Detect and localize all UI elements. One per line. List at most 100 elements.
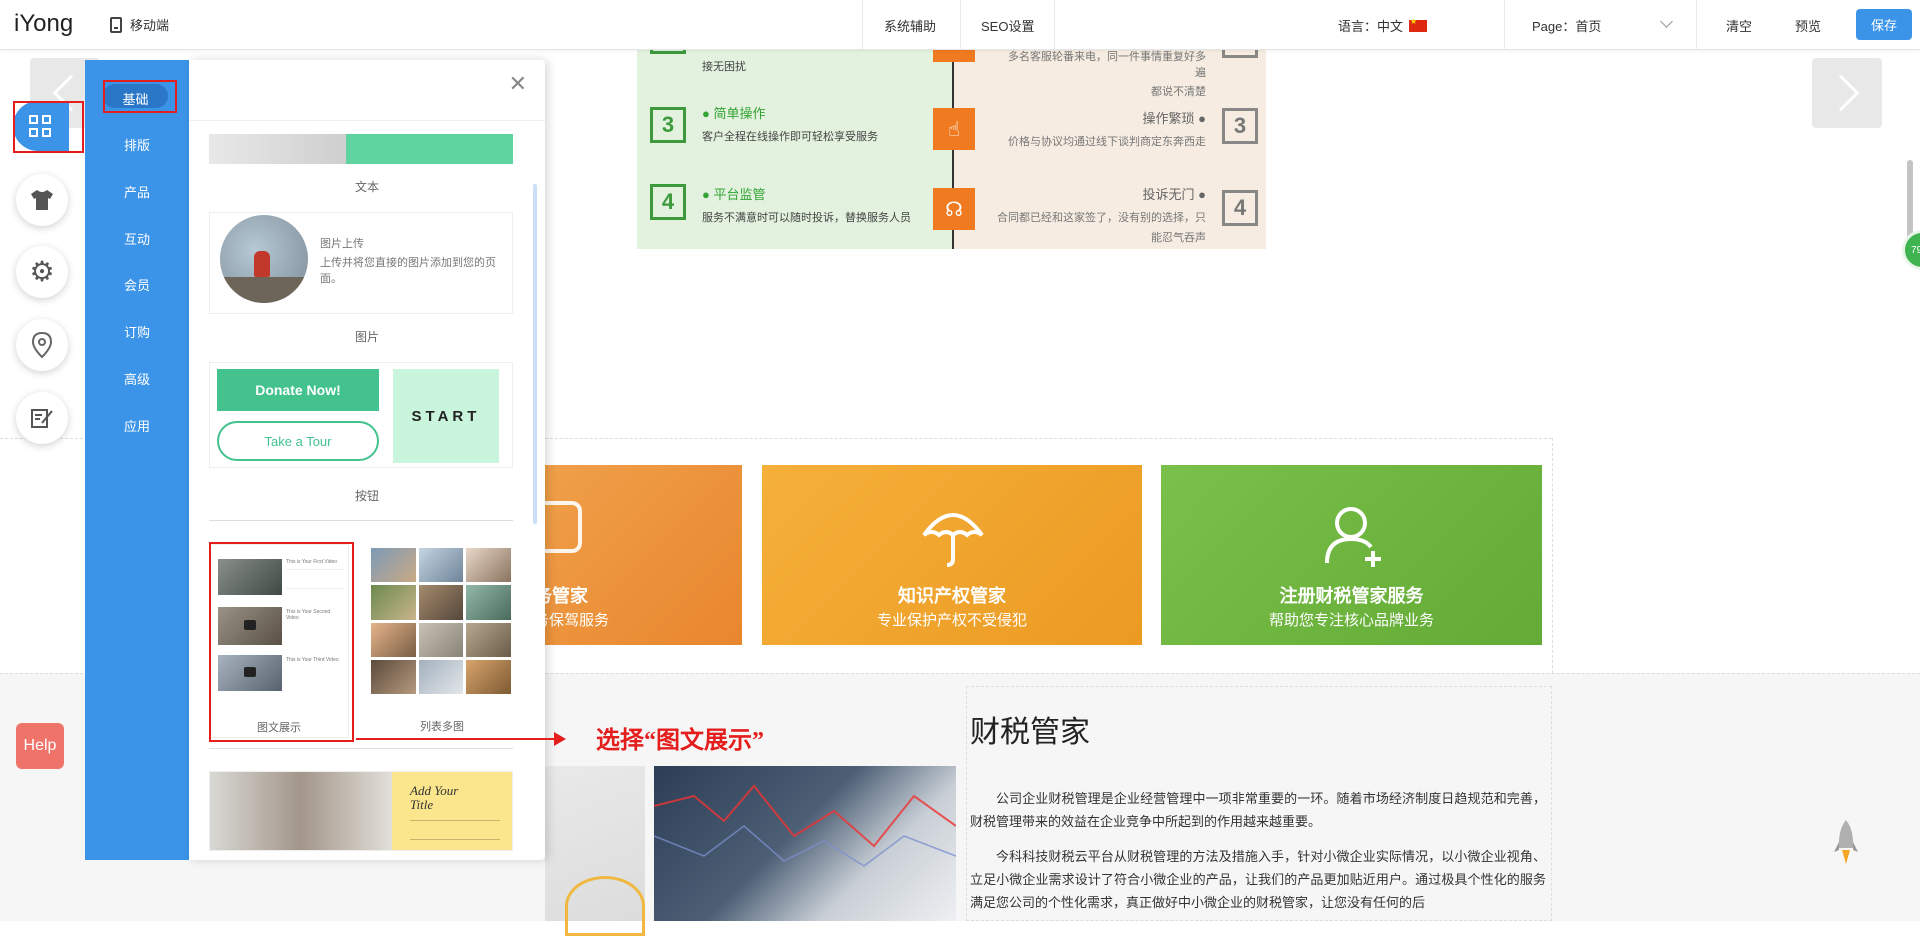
tour-button-sample: Take a Tour [217,421,379,461]
ground [220,277,308,303]
start-button-sample: START [393,369,499,463]
theme-button[interactable] [16,174,68,226]
panel-header-divider [189,120,545,121]
preview-button[interactable]: 预览 [1795,16,1821,35]
category-advanced[interactable]: 高级 [85,369,189,388]
widget-caption: 按钮 [354,489,379,503]
category-nav: 基础 排版 产品 互动 会员 订购 高级 应用 [85,60,189,860]
process-item-right: 操作繁琐 ● 价格与协议均通过线下谈判商定东奔西走 [990,108,1206,149]
help-button[interactable]: Help [16,723,64,769]
hand-tap-icon: ☝ [933,108,975,150]
location-button[interactable] [16,319,68,371]
logo: iYong [14,10,74,37]
divider [1504,0,1505,50]
process-desc-partial: 接无困扰 [702,61,746,73]
top-toolbar: iYong 移动端 系统辅助 SEO设置 语言：中文 Page：首页 清空 预览… [0,0,1920,50]
widget-divider [209,520,513,521]
widget-caption: 文本 [354,180,379,194]
service-title: 知识产权管家 [898,586,1006,606]
image-widget[interactable]: 图片上传 上传并将您直接的图片添加到您的页面。 [209,212,513,314]
category-order[interactable]: 订购 [85,322,189,341]
process-item-right: 投诉无门 ● 合同都已经和这家签了，没有别的选择，只 能忍气吞声 [990,184,1206,245]
article-paragraph: 今科科技财税云平台从财税管理的方法及措施入手，针对小微企业实际情况，以小微企业视… [970,849,1546,910]
process-title-right: 操作繁琐 ● [1142,111,1206,126]
desc-line: 都说不清楚 [1151,86,1206,98]
process-desc-partial-right: 多名客服轮番来电，同一件事情重复好多遍 都说不清楚 [1000,48,1206,99]
highlight-box [103,80,177,113]
scrollbar-thumb[interactable] [1907,160,1913,240]
page-selector[interactable]: Page：首页 [1532,16,1601,35]
system-assist-button[interactable]: 系统辅助 [884,16,936,35]
donate-button-sample: Donate Now! [217,369,379,411]
divider [960,0,961,50]
service-card[interactable]: 注册财税管家服务 帮助您专注核心品牌业务 [1161,465,1542,645]
add-title-line: Title [410,797,434,812]
add-user-icon [1325,507,1381,567]
process-title-right: 投诉无门 ● [1142,187,1206,202]
article-image-1 [545,766,645,936]
clear-button[interactable]: 清空 [1726,16,1752,35]
image-upload-preview [220,215,308,303]
section-divider [1552,438,1553,673]
service-card[interactable]: 知识产权管家 专业保护产权不受侵犯 [762,465,1142,645]
category-interaction[interactable]: 互动 [85,229,189,248]
add-title-text: Add Your Title [410,784,458,812]
seo-settings-button[interactable]: SEO设置 [981,16,1034,35]
service-subtitle: 帮助您专注核心品牌业务 [1268,612,1434,629]
shirt-icon [31,190,53,210]
list-gallery-widget[interactable]: 列表多图 [371,544,513,738]
location-pin-icon [32,332,52,358]
mobile-view-label: 移动端 [130,18,170,33]
decor-ring [565,876,645,936]
service-card[interactable]: 务管家 务保驾服务 [540,465,742,645]
category-product[interactable]: 产品 [85,182,189,201]
title-text-lines [410,820,500,840]
category-member[interactable]: 会员 [85,275,189,294]
save-button[interactable]: 保存 [1856,9,1912,40]
article-image-2 [654,766,956,921]
process-title: ● 平台监管 [702,187,766,202]
divider [1696,0,1697,50]
widget-caption: 图片 [354,330,379,344]
process-title-text: 平台监管 [713,187,766,202]
process-title-text: 操作繁琐 [1142,111,1195,126]
category-layout[interactable]: 排版 [85,135,189,154]
category-apps[interactable]: 应用 [85,416,189,435]
panel-scrollbar[interactable] [533,184,537,524]
edit-button[interactable] [16,392,68,444]
gear-icon: ⚙ [29,256,55,287]
process-desc-right: 合同都已经和这家签了，没有别的选择，只 [997,212,1206,224]
process-title-text: 投诉无门 [1142,187,1195,202]
chevron-down-icon[interactable] [1660,15,1673,28]
text-widget-preview[interactable] [209,134,513,164]
title-banner-widget[interactable]: Add Your Title [209,771,513,851]
process-title-text: 简单操作 [713,106,766,121]
button-widget[interactable]: Donate Now! Take a Tour START [209,362,513,468]
annotation-arrow-line [356,738,558,740]
edit-icon [31,409,53,428]
article-box: 财税管家 公司企业财税管理是企业经营管理中一项非常重要的一环。随着市场经济制度日… [966,686,1552,921]
process-desc-right: 能忍气吞声 [1151,232,1206,244]
divider [1054,0,1055,50]
service-subtitle: 务保驾服务 [540,612,610,629]
close-icon[interactable]: ✕ [509,73,527,95]
language-selector[interactable]: 语言：中文 [1338,16,1428,35]
gallery-grid [371,548,511,694]
umbrella-icon [922,513,984,567]
process-item: ● 平台监管 服务不满意时可以随时投诉，替换服务人员 [702,184,911,225]
person-figure [254,251,270,277]
highlight-box [209,542,354,742]
widget-panel: ✕ 文本 图片上传 上传并将您直接的图片添加到您的页面。 图片 Donate N… [189,60,545,860]
slider-next-button[interactable] [1812,58,1882,128]
woman-photo [210,772,392,850]
mobile-view-button[interactable]: 移动端 [110,15,169,34]
rocket-icon[interactable] [1834,818,1858,866]
score-badge[interactable]: 79 [1902,230,1920,270]
widget-caption: 列表多图 [420,721,464,733]
highlight-box [13,101,84,153]
article-heading: 财税管家 [970,716,1090,749]
chart-lines-graphic [654,784,956,867]
settings-button[interactable]: ⚙ [16,246,68,298]
step-number-box: 4 [650,184,686,220]
article-paragraph: 公司企业财税管理是企业经营管理中一项非常重要的一环。随着市场经济制度日趋规范和完… [970,791,1546,829]
